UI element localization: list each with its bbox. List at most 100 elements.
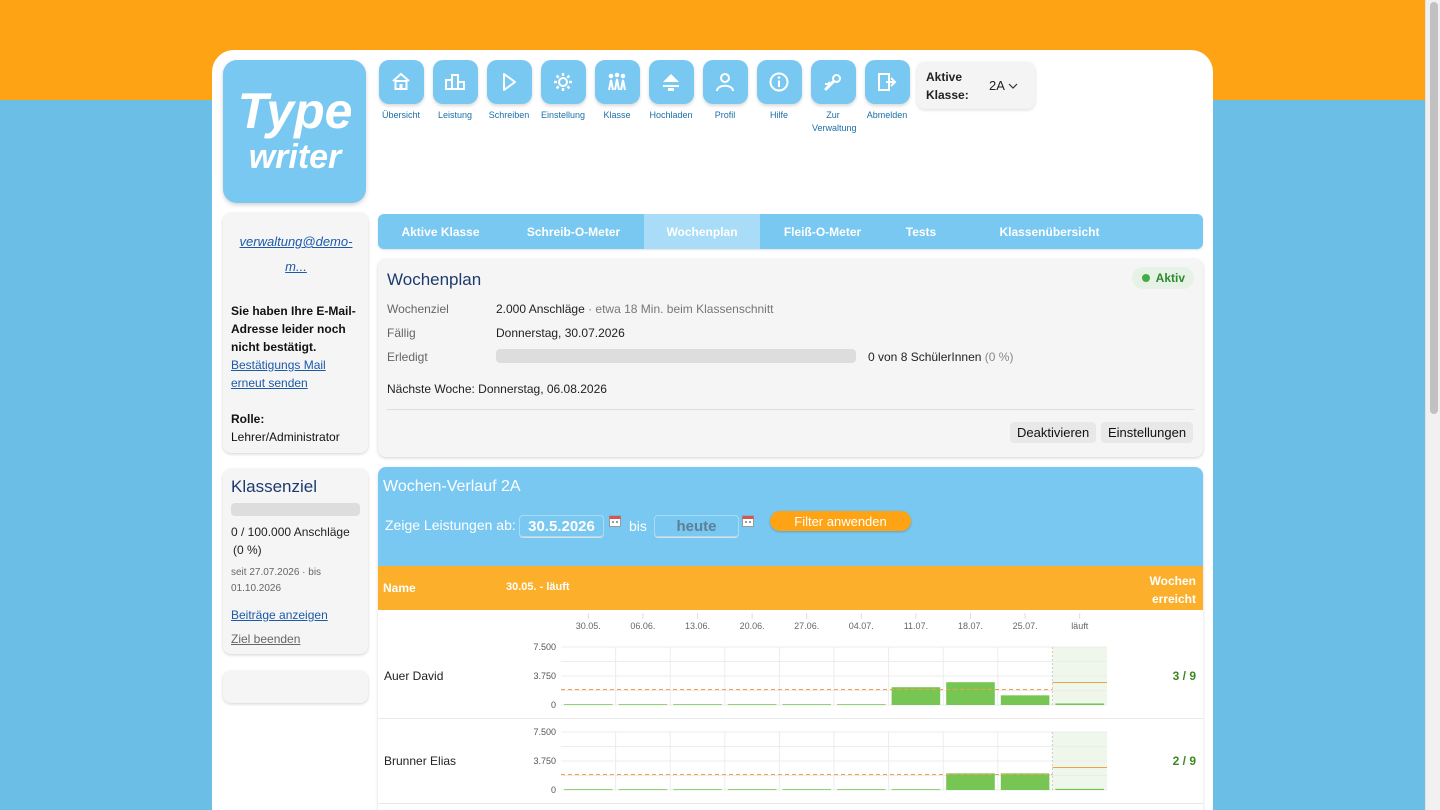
tab-tests[interactable]: Tests <box>885 214 957 249</box>
chevron-down-icon <box>1008 83 1018 89</box>
y-tick-label: 7.500 <box>533 727 556 737</box>
einstellungen-button[interactable]: Einstellungen <box>1101 422 1194 443</box>
week-tick-label: 27.06. <box>794 621 819 631</box>
week-bar[interactable] <box>946 773 995 790</box>
status-dot-icon <box>1141 274 1150 282</box>
col-name: Name <box>383 581 416 595</box>
calendar-icon[interactable] <box>609 515 621 527</box>
week-tick-label: 06.06. <box>630 621 655 631</box>
tab-schreib-o-meter[interactable]: Schreib-O-Meter <box>503 214 644 249</box>
user-email-link[interactable]: verwaltung@demo-m... <box>231 229 361 279</box>
class-select[interactable]: 2A <box>989 78 1018 93</box>
role-label: Rolle: <box>231 412 265 426</box>
nav-item-profil[interactable]: Profil <box>698 60 752 135</box>
ziel-beenden-link[interactable]: Ziel beenden <box>231 632 300 646</box>
logo-line-1: Type <box>238 83 353 139</box>
klassenziel-percent: (0 %) <box>233 543 262 557</box>
table-row[interactable]: Brunner Elias 2 / 9 7.500 3.750 0 <box>378 719 1203 804</box>
nav-item-hochladen[interactable]: Hochladen <box>644 60 698 135</box>
week-bar[interactable] <box>837 704 886 705</box>
nav-button[interactable] <box>540 60 586 104</box>
week-bar[interactable] <box>673 704 722 705</box>
status-badge: Aktiv <box>1131 267 1194 289</box>
week-bar[interactable] <box>727 789 777 790</box>
week-tick-label: 20.06. <box>740 621 765 631</box>
nav-item-übersicht[interactable]: Übersicht <box>374 60 428 135</box>
nav-button[interactable] <box>432 60 478 104</box>
col-range: 30.05. - läuft <box>506 581 570 593</box>
nav-label: Hochladen <box>649 110 693 120</box>
week-bar[interactable] <box>782 704 831 705</box>
week-bar[interactable] <box>782 789 831 790</box>
verlauf-title: Wochen-Verlauf 2A <box>383 478 521 495</box>
nav-item-leistung[interactable]: Leistung <box>428 60 482 135</box>
wochenziel-note: · etwa 18 Min. beim Klassenschnitt <box>584 302 774 316</box>
active-class-selector[interactable]: Aktive Klasse: 2A <box>917 62 1035 109</box>
scrollbar-thumb[interactable] <box>1430 2 1438 414</box>
faellig-label: Fällig <box>387 326 416 340</box>
week-bar[interactable] <box>837 789 886 790</box>
nav-button[interactable] <box>648 60 694 104</box>
klassenziel-title: Klassenziel <box>231 477 317 496</box>
filter-anwenden-button[interactable]: Filter anwenden <box>770 511 911 531</box>
nav-item-zur-verwaltung[interactable]: Zur Verwaltung <box>806 60 860 135</box>
page-scrollbar[interactable] <box>1425 0 1440 810</box>
naechste-woche: Nächste Woche: Donnerstag, 06.08.2026 <box>387 382 607 396</box>
tab-bar: Aktive Klasse Schreib-O-Meter Wochenplan Fl… <box>378 214 1203 249</box>
week-bar[interactable] <box>673 789 722 790</box>
klassenziel-date-range: seit 27.07.2026 · bis 01.10.2026 <box>231 567 322 594</box>
week-bar[interactable] <box>564 789 613 790</box>
week-bar[interactable] <box>891 789 941 790</box>
beitraege-anzeigen-link[interactable]: Beiträge anzeigen <box>231 608 328 622</box>
filter-label: Zeige Leistungen ab: <box>385 517 516 533</box>
tab-fleiß-o-meter[interactable]: Fleiß-O-Meter <box>760 214 885 249</box>
logo-line-2: writer <box>249 138 343 176</box>
deaktivieren-button[interactable]: Deaktivieren <box>1010 422 1097 443</box>
tab-klassenübersicht[interactable]: Klassenübersicht <box>957 214 1142 249</box>
week-bar[interactable] <box>1055 703 1104 705</box>
y-tick-label: 0 <box>551 700 556 710</box>
week-bar[interactable] <box>946 682 995 705</box>
week-tick-label: 04.07. <box>849 621 874 631</box>
wrench-icon <box>824 74 841 91</box>
nav-button[interactable] <box>756 60 802 104</box>
tab-wochenplan[interactable]: Wochenplan <box>644 214 760 249</box>
week-bar[interactable] <box>564 704 613 705</box>
date-to-input[interactable]: heute <box>654 515 739 538</box>
nav-button[interactable] <box>810 60 856 104</box>
table-header: Name 30.05. - läuft Wochen erreicht <box>378 566 1203 610</box>
nav-button[interactable] <box>594 60 640 104</box>
nav-item-klasse[interactable]: Klasse <box>590 60 644 135</box>
nav-item-einstellung[interactable]: Einstellung <box>536 60 590 135</box>
nav-item-hilfe[interactable]: Hilfe <box>752 60 806 135</box>
nav-label: Abmelden <box>866 110 908 120</box>
table-row[interactable]: Auer David 3 / 9 7.500 3.750 0 <box>378 634 1203 719</box>
tab-aktive-klasse[interactable]: Aktive Klasse <box>378 214 503 249</box>
week-bar[interactable] <box>1000 695 1050 705</box>
nav-button[interactable] <box>864 60 910 104</box>
podium-icon <box>445 74 465 90</box>
nav-label: Hilfe <box>769 110 788 120</box>
week-bar[interactable] <box>618 789 668 790</box>
wochenplan-card: Wochenplan Aktiv Wochenziel 2.000 Anschl… <box>378 259 1203 457</box>
week-bar[interactable] <box>1055 788 1104 790</box>
nav-button[interactable] <box>702 60 748 104</box>
week-bar[interactable] <box>618 704 668 705</box>
week-bar[interactable] <box>727 704 777 705</box>
calendar-icon[interactable] <box>742 515 754 527</box>
week-bar[interactable] <box>1000 773 1050 790</box>
y-tick-label: 7.500 <box>533 642 556 652</box>
role-value: Lehrer/Administrator <box>231 430 340 444</box>
erledigt-value: 0 von 8 SchülerInnen (0 %) <box>868 350 1013 364</box>
divider <box>387 409 1194 410</box>
date-from-input[interactable]: 30.5.2026 <box>519 515 604 538</box>
empty-sidebar-card <box>223 671 368 703</box>
nav-button[interactable] <box>486 60 532 104</box>
nav-item-schreiben[interactable]: Schreiben <box>482 60 536 135</box>
nav-item-abmelden[interactable]: Abmelden <box>860 60 914 135</box>
resend-verification-link[interactable]: Bestätigungs Mail erneut senden <box>231 356 351 392</box>
week-tick-label: 11.07. <box>904 621 928 631</box>
status-badge-label: Aktiv <box>1155 271 1185 285</box>
nav-button[interactable] <box>378 60 424 104</box>
typewriter-logo[interactable]: Type writer <box>223 60 366 203</box>
